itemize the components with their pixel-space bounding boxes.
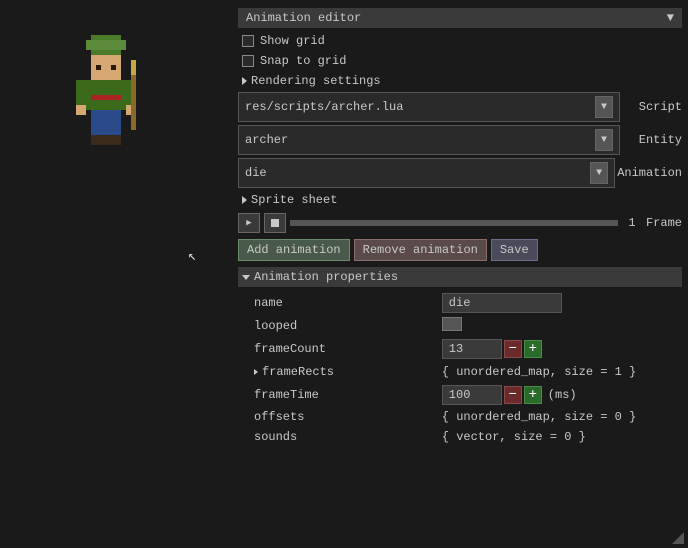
prop-looped-value-cell (438, 315, 682, 337)
prop-offsets-value: { unordered_map, size = 0 } (438, 407, 682, 427)
sprite-preview (66, 30, 166, 160)
prop-sounds-value: { vector, size = 0 } (438, 427, 682, 447)
script-select-field[interactable]: res/scripts/archer.lua ▼ (238, 92, 620, 122)
script-value: res/scripts/archer.lua (245, 100, 403, 114)
save-button[interactable]: Save (491, 239, 538, 261)
properties-table: name looped frameCount (238, 291, 682, 447)
framerects-value: { unordered_map, size = 1 } (442, 365, 636, 379)
show-grid-checkbox[interactable] (242, 35, 254, 47)
offsets-value: { unordered_map, size = 0 } (442, 410, 636, 424)
prop-sounds-label: sounds (238, 427, 438, 447)
entity-label: Entity (622, 133, 682, 147)
sprite-sheet-label: Sprite sheet (251, 193, 337, 207)
header-dropdown-arrow: ▼ (667, 11, 674, 25)
show-grid-row[interactable]: Show grid (238, 32, 682, 50)
prop-name-value-cell (438, 291, 682, 315)
snap-to-grid-checkbox[interactable] (242, 55, 254, 67)
framecount-minus-btn[interactable]: − (504, 340, 522, 358)
prop-name-label: name (238, 291, 438, 315)
snap-to-grid-label: Snap to grid (260, 54, 346, 68)
framerects-collapsible[interactable]: frameRects (254, 363, 430, 381)
framecount-plus-btn[interactable]: + (524, 340, 542, 358)
animation-select-row: die ▼ Animation (238, 158, 682, 188)
name-input[interactable] (442, 293, 562, 313)
looped-toggle[interactable] (442, 317, 462, 331)
prop-frametime-row: frameTime − + (ms) (238, 383, 682, 407)
script-dropdown-btn[interactable]: ▼ (595, 96, 613, 118)
corner-indicator (672, 532, 684, 544)
add-animation-button[interactable]: Add animation (238, 239, 350, 261)
prop-offsets-label: offsets (238, 407, 438, 427)
framecount-controls: − + (442, 339, 678, 359)
rendering-settings-label: Rendering settings (251, 74, 381, 88)
entity-select-field[interactable]: archer ▼ (238, 125, 620, 155)
prop-frametime-value-cell: − + (ms) (438, 383, 682, 407)
animation-properties-header[interactable]: Animation properties (238, 267, 682, 287)
left-panel: ↖ (0, 0, 232, 548)
snap-to-grid-row[interactable]: Snap to grid (238, 52, 682, 70)
animation-dropdown-btn[interactable]: ▼ (590, 162, 608, 184)
script-label: Script (622, 100, 682, 114)
entity-dropdown-btn[interactable]: ▼ (595, 129, 613, 151)
frametime-input[interactable] (442, 385, 502, 405)
prop-sounds-row: sounds { vector, size = 0 } (238, 427, 682, 447)
prop-looped-row: looped (238, 315, 682, 337)
framerects-triangle (254, 369, 258, 375)
prop-frametime-label: frameTime (238, 383, 438, 407)
prop-offsets-row: offsets { unordered_map, size = 0 } (238, 407, 682, 427)
sprite-sheet-row[interactable]: Sprite sheet (238, 191, 682, 209)
animation-properties-title: Animation properties (254, 270, 398, 284)
rendering-settings-row[interactable]: Rendering settings (238, 72, 682, 90)
mouse-cursor: ↖ (188, 248, 196, 265)
prop-name-row: name (238, 291, 682, 315)
rendering-settings-triangle (242, 77, 247, 85)
sprite-sheet-triangle (242, 196, 247, 204)
frametime-plus-btn[interactable]: + (524, 386, 542, 404)
prop-framecount-label: frameCount (238, 337, 438, 361)
frame-slider[interactable] (290, 220, 618, 226)
frame-value: 1 (622, 216, 642, 230)
animation-value: die (245, 166, 267, 180)
framerects-label: frameRects (262, 365, 334, 379)
play-icon: ▶ (246, 218, 251, 228)
animation-select-field[interactable]: die ▼ (238, 158, 615, 188)
remove-animation-button[interactable]: Remove animation (354, 239, 487, 261)
script-select-row: res/scripts/archer.lua ▼ Script (238, 92, 682, 122)
action-buttons-row: Add animation Remove animation Save (238, 239, 682, 261)
animation-label: Animation (617, 166, 682, 180)
animation-editor-title: Animation editor (246, 11, 361, 25)
properties-triangle (242, 275, 250, 280)
prop-looped-label: looped (238, 315, 438, 337)
right-panel: Animation editor ▼ Show grid Snap to gri… (232, 0, 688, 548)
prop-framecount-value-cell: − + (438, 337, 682, 361)
frametime-unit: (ms) (548, 388, 577, 402)
prop-framerects-row: frameRects { unordered_map, size = 1 } (238, 361, 682, 383)
stop-icon (271, 219, 279, 227)
frametime-minus-btn[interactable]: − (504, 386, 522, 404)
entity-value: archer (245, 133, 288, 147)
stop-button[interactable] (264, 213, 286, 233)
sounds-value: { vector, size = 0 } (442, 430, 586, 444)
frame-row: ▶ 1 Frame (238, 211, 682, 235)
frame-label: Frame (646, 216, 682, 230)
prop-framerects-value: { unordered_map, size = 1 } (438, 361, 682, 383)
prop-framecount-row: frameCount − + (238, 337, 682, 361)
frametime-controls: − + (ms) (442, 385, 678, 405)
play-button[interactable]: ▶ (238, 213, 260, 233)
prop-framerects-cell[interactable]: frameRects (238, 361, 438, 383)
entity-select-row: archer ▼ Entity (238, 125, 682, 155)
framecount-input[interactable] (442, 339, 502, 359)
show-grid-label: Show grid (260, 34, 325, 48)
animation-editor-header[interactable]: Animation editor ▼ (238, 8, 682, 28)
